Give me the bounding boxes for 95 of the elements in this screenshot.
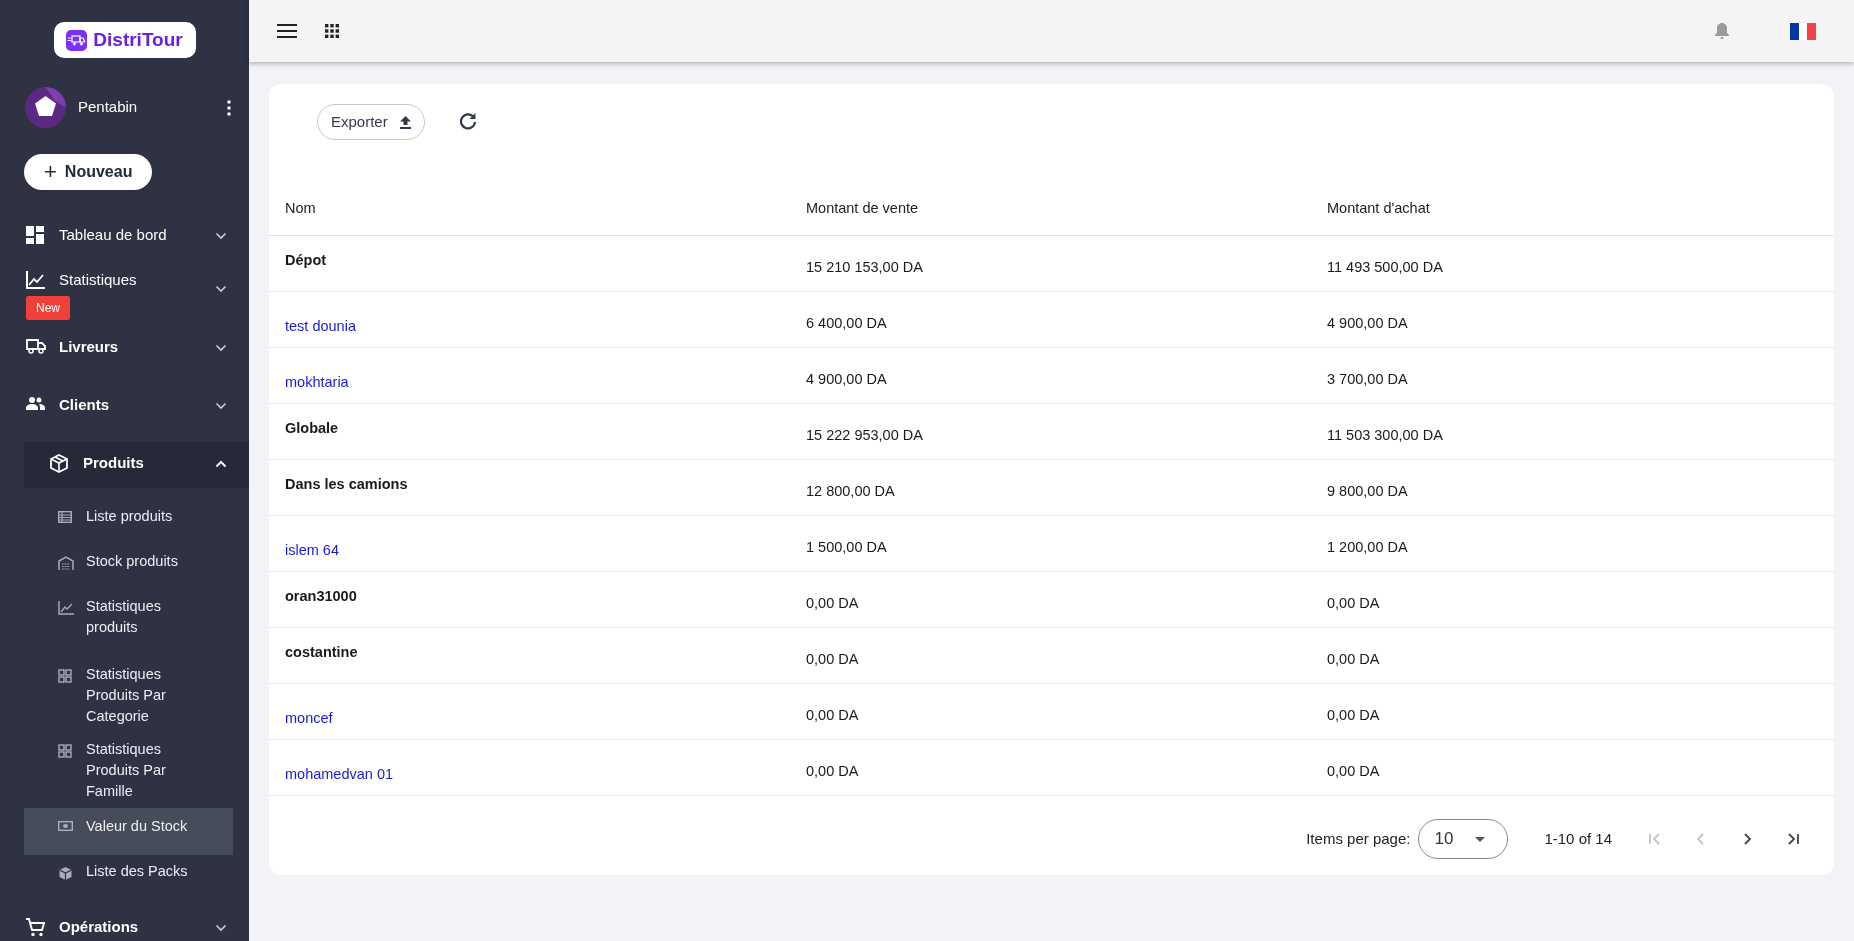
chevron-down-icon[interactable] bbox=[215, 232, 227, 240]
chevron-down-icon[interactable] bbox=[215, 344, 227, 352]
subnav-item[interactable]: Liste produits bbox=[24, 500, 233, 545]
depot-link[interactable]: mohamedvan 01 bbox=[285, 752, 393, 786]
nav-item[interactable]: Statistiques New bbox=[0, 259, 249, 326]
column-header[interactable]: Montant d'achat bbox=[1327, 199, 1430, 216]
subnav-label: Liste des Packs bbox=[86, 862, 189, 881]
table-cell: 0,00 DA bbox=[806, 595, 859, 611]
dropdown-arrow-icon bbox=[1475, 836, 1486, 842]
grid-icon bbox=[58, 669, 72, 683]
table-cell: 1 200,00 DA bbox=[1327, 539, 1408, 555]
truck-icon bbox=[66, 29, 88, 51]
brand-name: DistriTour bbox=[93, 27, 183, 52]
page-range: 1-10 of 14 bbox=[1544, 828, 1612, 849]
subnav-item[interactable]: Liste des Packs bbox=[24, 855, 233, 900]
column-header[interactable]: Montant de vente bbox=[806, 199, 919, 216]
chevron-down-icon[interactable] bbox=[215, 285, 227, 293]
depot-link[interactable]: test dounia bbox=[285, 304, 356, 338]
table-cell: 0,00 DA bbox=[1327, 763, 1380, 779]
group-name: costantine bbox=[285, 644, 358, 660]
subnav-item[interactable]: Statistiques Produits Par Famille bbox=[24, 733, 233, 808]
notification-bell-icon[interactable] bbox=[1714, 22, 1730, 40]
user-name: Pentabin bbox=[78, 97, 139, 118]
nav-item[interactable]: Opérations bbox=[0, 906, 249, 941]
nav-label: Opérations bbox=[59, 917, 139, 937]
french-flag-icon[interactable] bbox=[1790, 22, 1816, 40]
table-cell: 15 222 953,00 DA bbox=[806, 427, 923, 443]
banknote-icon bbox=[58, 821, 73, 831]
line-chart-icon bbox=[58, 601, 74, 615]
nav-item[interactable]: Produits bbox=[24, 442, 249, 488]
subnav-label: Statistiques produits bbox=[86, 597, 162, 637]
column-header[interactable]: Nom bbox=[285, 199, 316, 216]
nav-item[interactable]: Livreurs bbox=[0, 326, 249, 384]
apps-grid-icon[interactable] bbox=[325, 24, 339, 38]
nav-label: Produits bbox=[83, 453, 144, 473]
people-icon bbox=[26, 396, 45, 410]
table-cell: 12 800,00 DA bbox=[806, 483, 895, 499]
grid-icon bbox=[58, 744, 72, 758]
chevron-up-icon[interactable] bbox=[215, 460, 227, 468]
line-chart-icon bbox=[26, 271, 45, 289]
group-name: Dans les camions bbox=[285, 476, 408, 492]
subnav-item[interactable]: Valeur du Stock bbox=[24, 808, 233, 855]
subnav-label: Statistiques Produits Par Categorie bbox=[86, 665, 167, 726]
table-cell: 15 210 153,00 DA bbox=[806, 259, 923, 275]
nav-label: Statistiques bbox=[59, 270, 137, 290]
chevron-down-icon[interactable] bbox=[215, 402, 227, 410]
subnav-label: Liste produits bbox=[86, 507, 174, 526]
new-badge: New bbox=[26, 295, 70, 320]
subnav-item[interactable]: Stock produits bbox=[24, 545, 233, 590]
table-cell: 0,00 DA bbox=[1327, 651, 1380, 667]
depot-link[interactable]: mokhtaria bbox=[285, 360, 349, 394]
warehouse-icon bbox=[58, 556, 74, 570]
user-avatar bbox=[25, 87, 66, 128]
table-cell: 11 493 500,00 DA bbox=[1327, 259, 1443, 275]
nav-item[interactable]: Clients bbox=[0, 384, 249, 442]
group-name: Globale bbox=[285, 420, 339, 436]
refresh-icon[interactable] bbox=[458, 112, 477, 130]
table-cell: 0,00 DA bbox=[1327, 595, 1380, 611]
depot-link[interactable]: islem 64 bbox=[285, 528, 339, 562]
group-name: oran31000 bbox=[285, 588, 357, 604]
upload-icon bbox=[399, 115, 411, 129]
nav-label: Tableau de bord bbox=[59, 225, 167, 245]
nav-label: Clients bbox=[59, 395, 109, 415]
group-name: Dépot bbox=[285, 252, 327, 268]
items-per-page-label: Items per page: bbox=[1306, 828, 1411, 849]
box-icon bbox=[50, 454, 68, 473]
table-cell: 3 700,00 DA bbox=[1327, 371, 1408, 387]
dashboard-icon bbox=[26, 226, 44, 244]
nav-label: Livreurs bbox=[59, 337, 119, 357]
table-cell: 4 900,00 DA bbox=[1327, 315, 1408, 331]
subnav-label: Stock produits bbox=[86, 552, 179, 571]
chevron-down-icon[interactable] bbox=[215, 924, 227, 932]
more-options-icon[interactable] bbox=[227, 99, 231, 116]
table-cell: 0,00 DA bbox=[1327, 707, 1380, 723]
list-icon bbox=[58, 511, 72, 523]
table-cell: 0,00 DA bbox=[806, 707, 859, 723]
table-cell: 1 500,00 DA bbox=[806, 539, 887, 555]
cart-icon bbox=[26, 918, 45, 937]
subnav-item[interactable]: Statistiques Produits Par Categorie bbox=[24, 658, 233, 733]
table-cell: 9 800,00 DA bbox=[1327, 483, 1408, 499]
nav-item[interactable]: Tableau de bord bbox=[0, 214, 249, 259]
table-cell: 4 900,00 DA bbox=[806, 371, 887, 387]
brand-logo[interactable]: DistriTour bbox=[53, 22, 196, 58]
table-cell: 11 503 300,00 DA bbox=[1327, 427, 1443, 443]
subnav-label: Valeur du Stock bbox=[86, 817, 189, 836]
package-icon bbox=[58, 866, 73, 881]
table-cell: 0,00 DA bbox=[806, 763, 859, 779]
subnav-item[interactable]: Statistiques produits bbox=[24, 590, 233, 658]
depot-link[interactable]: moncef bbox=[285, 696, 333, 730]
truck-icon bbox=[26, 338, 46, 354]
subnav-label: Statistiques Produits Par Famille bbox=[86, 740, 167, 801]
table-cell: 0,00 DA bbox=[806, 651, 859, 667]
new-button[interactable]: + Nouveau bbox=[24, 154, 153, 190]
table-cell: 6 400,00 DA bbox=[806, 315, 887, 331]
menu-icon[interactable] bbox=[277, 23, 299, 39]
